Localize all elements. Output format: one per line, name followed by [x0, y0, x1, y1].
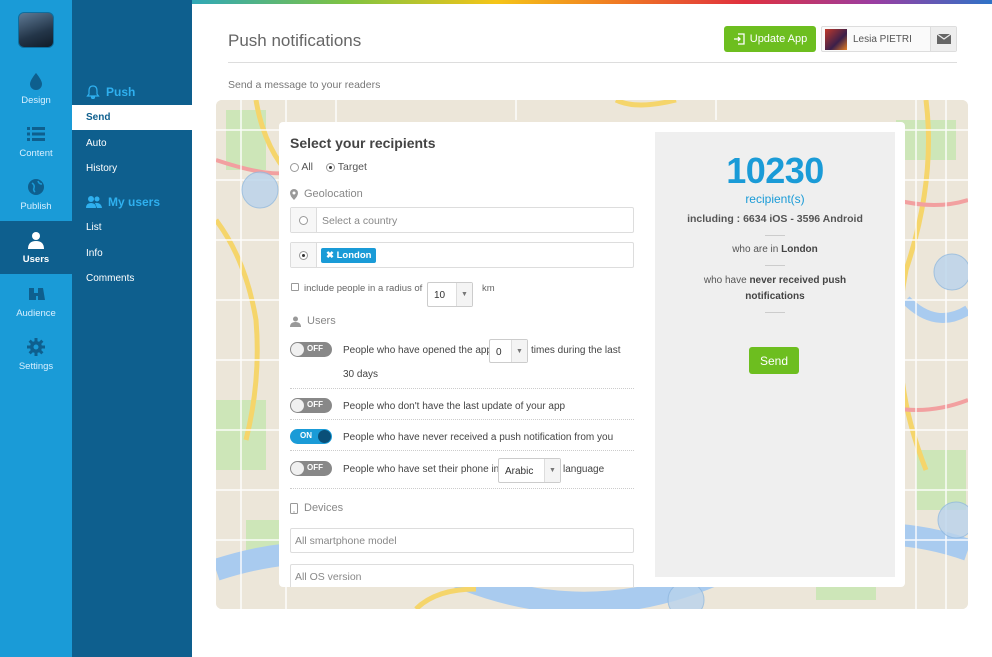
header-divider: [228, 62, 957, 63]
rail-item-publish[interactable]: Publish: [0, 168, 72, 221]
toggle-state: ON: [300, 431, 312, 440]
country-radio[interactable]: [299, 215, 308, 225]
droplet-icon: [30, 73, 42, 90]
country-radio-cell[interactable]: [291, 208, 317, 232]
rail-item-users[interactable]: Users: [0, 221, 72, 274]
list-icon: [27, 127, 45, 141]
smartphone-model-select[interactable]: All smartphone model: [290, 528, 634, 553]
filter-row-no-update: OFF People who don't have the last updat…: [290, 389, 634, 420]
radio-target-input[interactable]: [326, 162, 335, 172]
chevron-down-icon: ▼: [456, 283, 472, 306]
language-select[interactable]: Arabic ▼: [498, 458, 561, 483]
subnav-item-auto[interactable]: Auto: [72, 131, 192, 156]
radius-select[interactable]: 10 ▼: [427, 282, 473, 307]
radius-unit: km: [482, 283, 495, 294]
divider: [765, 265, 785, 266]
divider: [765, 235, 785, 236]
user-icon: [28, 232, 44, 249]
envelope-icon: [936, 34, 951, 44]
city-field[interactable]: ✖ London: [290, 242, 634, 268]
messages-button[interactable]: [930, 27, 956, 51]
opened-count-select[interactable]: 0 ▼: [489, 339, 528, 363]
devices-label: Devices: [290, 502, 343, 514]
sub-nav: Push Send Auto History My users List Inf…: [72, 0, 192, 657]
radio-all-input[interactable]: [290, 162, 299, 172]
mobile-icon: [290, 502, 298, 514]
recipients-summary: 10230 recipient(s) including : 6634 iOS …: [655, 132, 895, 577]
user-icon: [290, 316, 301, 327]
rail-label: Settings: [18, 361, 54, 372]
gear-icon: [27, 338, 45, 356]
rail-label: Users: [22, 254, 50, 265]
page-subtitle: Send a message to your readers: [228, 79, 381, 91]
rail-item-audience[interactable]: Audience: [0, 275, 72, 328]
subnav-item-send[interactable]: Send: [72, 105, 192, 130]
main-rail: Design Content Publish Users Audience Se…: [0, 0, 72, 657]
sign-in-icon: [733, 33, 745, 45]
push-heading: Push: [86, 85, 135, 99]
my-users-heading: My users: [86, 195, 160, 209]
os-version-select[interactable]: All OS version: [290, 564, 634, 587]
filter-row-never-received: ON People who have never received a push…: [290, 420, 634, 451]
users-label: Users: [290, 315, 336, 327]
filter-row-language: OFF People who have set their phone in A…: [290, 451, 634, 489]
platform-breakdown: including : 6634 iOS - 3596 Android: [687, 213, 863, 225]
rail-label: Audience: [16, 308, 56, 319]
city-radio-cell[interactable]: [291, 243, 317, 267]
rail-item-content[interactable]: Content: [0, 115, 72, 168]
toggle-state: OFF: [307, 463, 323, 472]
app-logo[interactable]: [18, 12, 54, 48]
opened-app-toggle[interactable]: OFF: [290, 342, 332, 357]
radio-target[interactable]: Target: [326, 161, 367, 173]
subnav-item-info[interactable]: Info: [72, 241, 192, 266]
map-marker-icon: [290, 188, 298, 200]
bell-icon: [86, 85, 100, 99]
avatar: [825, 29, 847, 50]
subnav-item-list[interactable]: List: [72, 215, 192, 240]
language-toggle[interactable]: OFF: [290, 461, 332, 476]
radio-all[interactable]: All: [290, 161, 313, 173]
binoculars-icon: [29, 288, 45, 300]
radius-checkbox[interactable]: [291, 283, 299, 291]
rail-label: Publish: [20, 201, 52, 212]
country-select[interactable]: Select a country: [290, 207, 634, 233]
geolocation-label: Geolocation: [290, 188, 363, 200]
city-radio[interactable]: [299, 250, 308, 260]
criteria-never-received: who have never received push notificatio…: [703, 275, 847, 302]
recipient-count: 10230: [726, 150, 824, 191]
toggle-state: OFF: [307, 400, 323, 409]
rail-item-settings[interactable]: Settings: [0, 328, 72, 381]
recipients-panel: Select your recipients All Target Geoloc…: [279, 122, 905, 587]
no-update-toggle[interactable]: OFF: [290, 398, 332, 413]
subnav-item-history[interactable]: History: [72, 156, 192, 181]
section-title: Select your recipients: [290, 135, 436, 151]
update-app-button[interactable]: Update App: [724, 26, 816, 52]
user-name: Lesia PIETRI: [853, 34, 912, 45]
subnav-item-comments[interactable]: Comments: [72, 266, 192, 291]
globe-icon: [28, 179, 44, 195]
page-title: Push notifications: [228, 31, 362, 50]
user-menu[interactable]: Lesia PIETRI: [821, 26, 957, 52]
recipient-count-label: recipient(s): [745, 192, 805, 206]
criteria-location: who are in London: [732, 244, 818, 255]
filter-row-opened-app: OFF People who have opened the app 0 ▼ t…: [290, 338, 634, 389]
rail-label: Content: [19, 148, 53, 159]
never-received-toggle[interactable]: ON: [290, 429, 332, 444]
send-button[interactable]: Send: [749, 347, 799, 374]
country-placeholder: Select a country: [322, 215, 398, 227]
chevron-down-icon: ▼: [544, 459, 560, 482]
divider: [765, 312, 785, 313]
rail-label: Design: [21, 95, 51, 106]
users-icon: [86, 196, 102, 208]
radius-label: include people in a radius of: [304, 283, 423, 294]
city-tag[interactable]: ✖ London: [321, 248, 377, 263]
chevron-down-icon: ▼: [511, 340, 527, 362]
rail-item-design[interactable]: Design: [0, 62, 72, 115]
toggle-state: OFF: [307, 344, 323, 353]
